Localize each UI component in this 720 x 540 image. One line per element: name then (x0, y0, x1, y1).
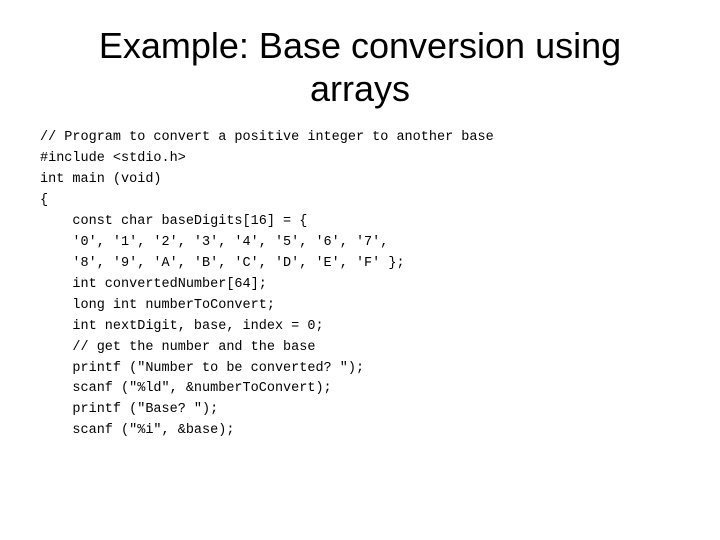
code-block: // Program to convert a positive integer… (40, 128, 680, 442)
slide-container: Example: Base conversion using arrays //… (0, 0, 720, 540)
slide-title: Example: Base conversion using arrays (99, 24, 621, 110)
